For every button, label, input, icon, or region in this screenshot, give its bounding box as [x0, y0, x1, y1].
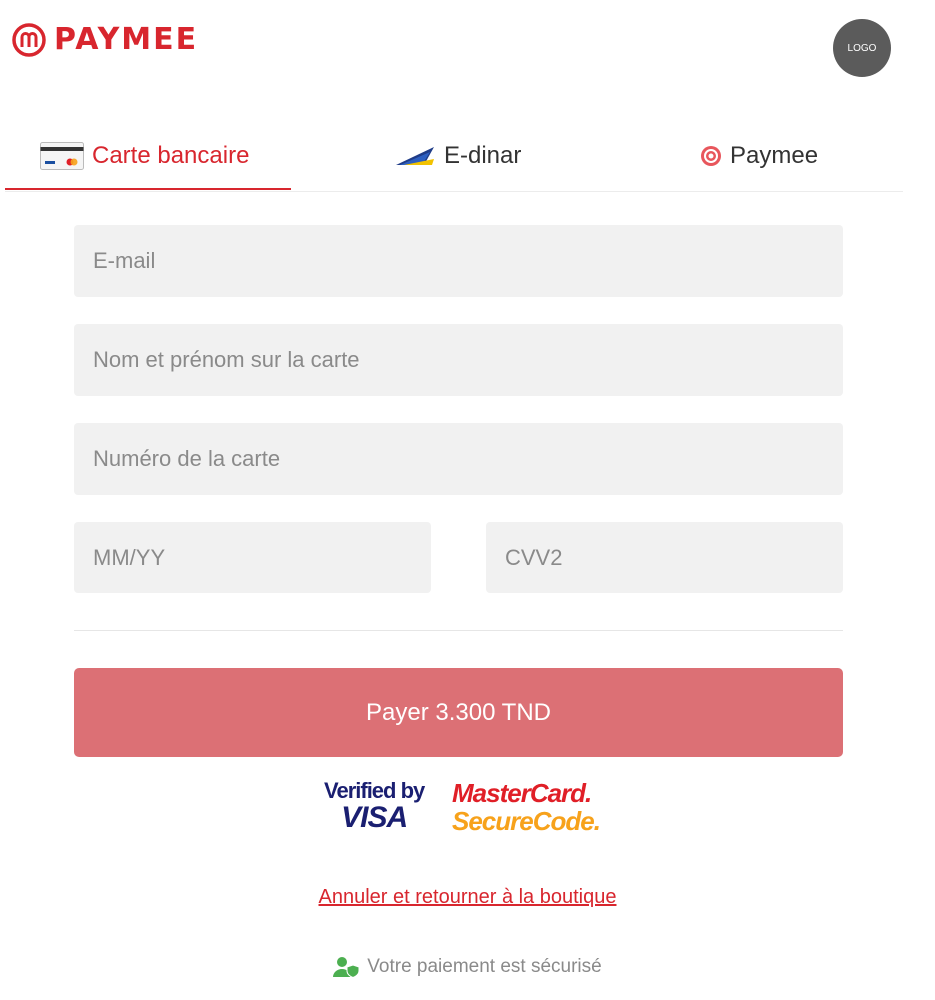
tab-paymee[interactable]: Paymee: [700, 122, 818, 190]
secure-payment-text: Votre paiement est sécurisé: [367, 956, 602, 977]
tab-label: Paymee: [730, 142, 819, 169]
payment-method-tabs: Carte bancaire E-dinar Paymee: [5, 122, 903, 192]
cancel-link-row: Annuler et retourner à la boutique: [0, 886, 935, 909]
cancel-and-return-link[interactable]: Annuler et retourner à la boutique: [319, 886, 617, 908]
active-tab-indicator: [5, 188, 291, 190]
header: PAYMEE LOGO: [0, 0, 935, 100]
verified-by-label: Verified by: [324, 778, 425, 803]
verified-by-visa-badge: Verified by VISA: [324, 778, 425, 834]
paymee-icon: [701, 146, 721, 166]
email-field[interactable]: [74, 225, 843, 297]
cvv-field[interactable]: [486, 522, 843, 593]
form-divider: [74, 630, 843, 631]
merchant-logo: LOGO: [833, 19, 891, 77]
tab-label: Carte bancaire: [92, 142, 250, 169]
user-shield-icon: [333, 957, 360, 978]
brand-name: PAYMEE: [54, 22, 199, 57]
securecode-label: SecureCode.: [452, 806, 601, 836]
mastercard-securecode-badge: MasterCard. SecureCode.: [452, 778, 601, 836]
paymee-logo-icon: [12, 22, 46, 57]
mastercard-label: MasterCard.: [452, 778, 592, 808]
pay-button[interactable]: Payer 3.300 TND: [74, 668, 843, 757]
brand-logo: PAYMEE: [12, 22, 198, 57]
secure-payment-note: Votre paiement est sécurisé: [0, 956, 935, 978]
security-badges: Verified by VISA MasterCard. SecureCode.: [322, 778, 622, 838]
visa-label: VISA: [341, 801, 408, 834]
card-number-field[interactable]: [74, 423, 843, 495]
tab-label: E-dinar: [444, 142, 522, 169]
tab-e-dinar[interactable]: E-dinar: [394, 122, 521, 190]
e-dinar-icon: [396, 147, 434, 165]
credit-card-icon: [40, 142, 84, 170]
cardholder-name-field[interactable]: [74, 324, 843, 396]
tab-carte-bancaire[interactable]: Carte bancaire: [40, 122, 249, 190]
expiry-date-field[interactable]: [74, 522, 431, 593]
